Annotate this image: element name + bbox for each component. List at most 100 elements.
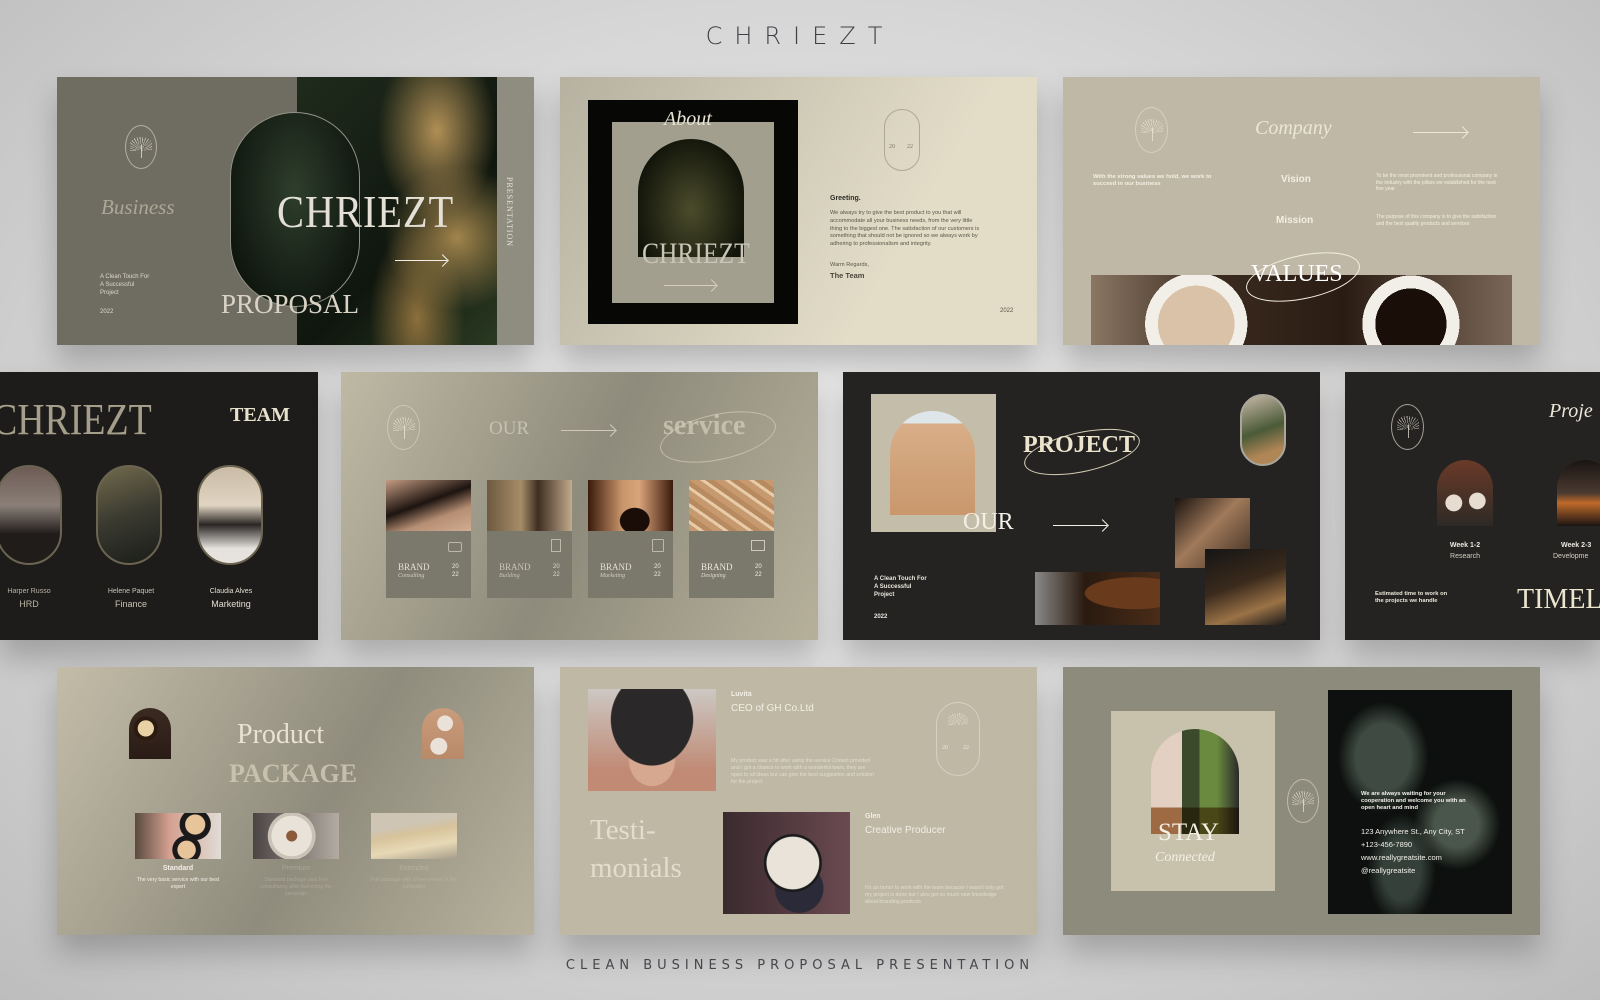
card-year-top: 20 <box>755 564 762 570</box>
mission-text: The purpose of this company is to give t… <box>1376 214 1497 227</box>
slide-contact[interactable]: STAY Connected We are always waiting for… <box>1063 667 1540 935</box>
service-photo <box>386 480 471 531</box>
testimonials-title-line1: Testi- <box>590 814 656 846</box>
package-desc: Full package with a free review of the c… <box>371 877 457 890</box>
card-type: Marketing <box>600 573 625 579</box>
year: 2022 <box>1000 308 1014 314</box>
logo-text: CHRIEZT <box>642 237 750 270</box>
slide-product[interactable]: Product PACKAGE Standard The very basic … <box>57 667 534 935</box>
member-role: Finance <box>114 599 148 609</box>
contact-phone[interactable]: +123-456-7890 <box>1361 840 1412 849</box>
package-name: Extended <box>399 865 429 872</box>
card-year-bottom: 22 <box>654 572 661 578</box>
year-emblem-icon: 20 22 <box>884 109 920 171</box>
arrow-right-icon <box>1053 525 1107 526</box>
tagline-line: A Clean Touch For <box>100 274 150 280</box>
tagline: A Clean Touch For A Successful Project <box>874 576 927 599</box>
package-photo <box>135 813 221 859</box>
service-card[interactable]: BRAND Marketing 20 22 <box>588 480 673 598</box>
testimonial-role: CEO of GH Co.Ltd <box>731 703 814 714</box>
card-type: Building <box>499 573 520 579</box>
about-title: About <box>664 108 712 130</box>
service-card[interactable]: BRAND Designing 20 22 <box>689 480 774 598</box>
vertical-label: PRESENTATION <box>505 177 514 248</box>
service-photo <box>588 480 673 531</box>
tagline-line: A Successful <box>100 282 135 288</box>
slide-cover[interactable]: Business CHRIEZT PROPOSAL PRESENTATION A… <box>57 77 534 345</box>
service-title-right: service <box>663 410 746 441</box>
testimonial-name: Glen <box>865 813 881 820</box>
contact-social[interactable]: @reallygreatsite <box>1361 866 1415 875</box>
arrow-right-icon <box>664 285 716 286</box>
member-name: Helene Paquet <box>107 588 155 595</box>
desert-photo <box>890 411 975 515</box>
project-title: PROJECT <box>1023 432 1136 458</box>
package-name: Standard <box>162 865 194 872</box>
contact-website[interactable]: www.reallygreatsite.com <box>1361 853 1442 862</box>
tagline-line: A Successful <box>874 583 912 590</box>
logo-text: CHRIEZT <box>277 186 455 237</box>
slide-about[interactable]: About CHRIEZT 20 22 Greeting. We always … <box>560 77 1037 345</box>
dandelion-emblem-icon <box>125 125 157 169</box>
testimonial-quote: My product was a hit after using the ser… <box>731 758 875 785</box>
company-intro: With the strong values we hold, we work … <box>1093 174 1212 187</box>
member-photo <box>197 465 263 565</box>
package-photo <box>253 813 339 859</box>
card-type: Consulting <box>398 573 425 579</box>
network-icon <box>652 539 664 552</box>
service-title-left: OUR <box>489 418 530 439</box>
project-prefix: OUR <box>963 509 1014 535</box>
timeline-note: Estimated time to work on the projects w… <box>1375 591 1448 604</box>
dandelion-emblem-icon <box>1135 107 1168 153</box>
step-phase: Research <box>1450 553 1480 560</box>
slide-service[interactable]: OUR service BRAND Consulting 20 22 BRAND… <box>341 372 818 640</box>
year-emblem-icon: 20 22 <box>936 702 980 776</box>
product-title-bottom: PACKAGE <box>229 759 358 788</box>
script-word: Business <box>101 195 175 219</box>
emblem-year-right: 22 <box>963 745 969 751</box>
step-phase: Developme <box>1553 553 1589 560</box>
vision-label: Vision <box>1281 174 1311 185</box>
contact-title: STAY <box>1158 819 1219 846</box>
package-photo <box>371 813 457 859</box>
tagline-line: Project <box>100 290 119 296</box>
mission-label: Mission <box>1276 215 1314 226</box>
card-year-bottom: 22 <box>553 572 560 578</box>
card-year-bottom: 22 <box>452 572 459 578</box>
cappuccino-photo <box>422 708 464 759</box>
contact-subtitle: Connected <box>1155 850 1215 865</box>
timeline-photo <box>1557 460 1600 526</box>
card-year-top: 20 <box>553 564 560 570</box>
dandelion-emblem-icon <box>387 405 420 450</box>
slide-company[interactable]: Company With the strong values we hold, … <box>1063 77 1540 345</box>
slide-timeline[interactable]: Proje Week 1-2 Research Week 2-3 Develop… <box>1345 372 1600 640</box>
chat-icon <box>448 542 462 552</box>
timeline-photo <box>1437 460 1493 526</box>
package-desc: Standard package plus free consultancy a… <box>260 877 332 897</box>
emblem-year-right: 22 <box>907 144 913 150</box>
card-brand: BRAND <box>398 562 430 572</box>
logo-text: CHRIEZT <box>0 395 152 444</box>
service-card[interactable]: BRAND Consulting 20 22 <box>386 480 471 598</box>
testimonials-title-line2: monials <box>590 852 682 884</box>
slide-project[interactable]: PROJECT OUR A Clean Touch For A Successf… <box>843 372 1320 640</box>
subtitle: PROPOSAL <box>221 289 360 319</box>
service-photo <box>689 480 774 531</box>
emblem-year-left: 20 <box>942 745 948 751</box>
card-year-bottom: 22 <box>755 572 762 578</box>
footer-tagline: CLEAN BUSINESS PROPOSAL PRESENTATION <box>565 958 1035 973</box>
card-type: Designing <box>701 573 726 579</box>
year: 2022 <box>100 309 114 315</box>
greeting-heading: Greeting. <box>830 195 861 202</box>
slide-testimonials[interactable]: Luvita CEO of GH Co.Ltd My product was a… <box>560 667 1037 935</box>
member-name: Harper Russo <box>7 588 51 595</box>
values-label: VALUES <box>1251 261 1343 287</box>
year: 2022 <box>874 614 888 620</box>
card-year-top: 20 <box>452 564 459 570</box>
team-title: TEAM <box>230 404 290 426</box>
member-role: Marketing <box>211 599 251 609</box>
slide-team[interactable]: CHRIEZT TEAM Harper Russo HRD Helene Paq… <box>0 372 318 640</box>
emblem-year-left: 20 <box>889 144 895 150</box>
service-card[interactable]: BRAND Building 20 22 <box>487 480 572 598</box>
product-title-top: Product <box>237 719 325 750</box>
